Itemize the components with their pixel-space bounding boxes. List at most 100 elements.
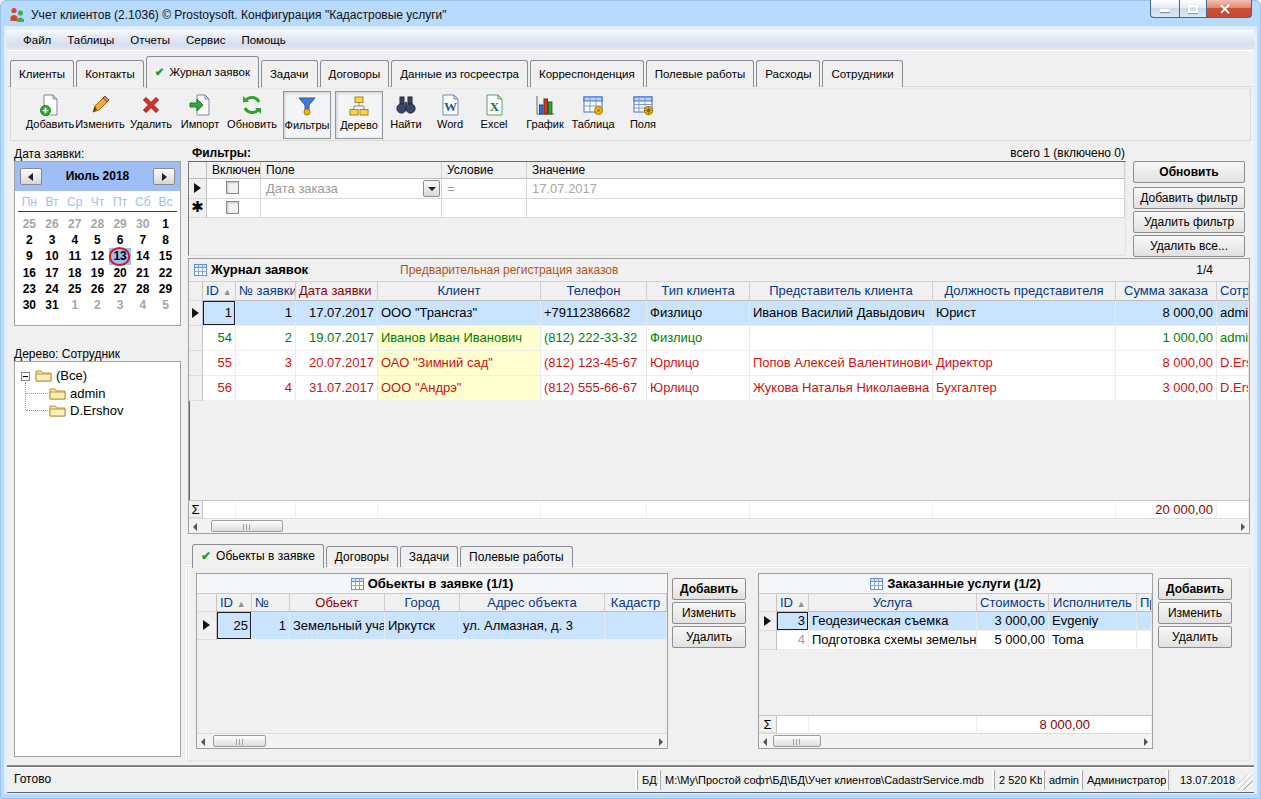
col-pr[interactable]: Пр xyxy=(1137,594,1152,612)
filter-condition-value[interactable]: = xyxy=(447,181,455,196)
scroll-thumb[interactable] xyxy=(213,735,266,747)
resize-grip[interactable] xyxy=(1238,775,1253,790)
tab-journal[interactable]: ✔Журнал заявок xyxy=(146,56,259,88)
journal-row-3[interactable]: 55 3 20.07.2017 ОАО "Зимний сад" (812) 1… xyxy=(189,351,1249,376)
remove-all-filters-button[interactable]: Удалить все... xyxy=(1133,235,1245,257)
objects-delete-button[interactable]: Удалить xyxy=(672,626,746,648)
tab-objects[interactable]: ✔Обьекты в заявке xyxy=(192,544,324,568)
col-executor[interactable]: Исполнитель xyxy=(1049,594,1137,612)
minimize-button[interactable] xyxy=(1150,0,1180,18)
services-hscrollbar[interactable] xyxy=(759,733,1152,748)
filter-new-row[interactable]: ✱ xyxy=(189,199,1125,218)
scroll-thumb[interactable] xyxy=(773,735,821,747)
filter-row[interactable]: Дата заказа = 17.07.2017 xyxy=(189,179,1125,199)
col-client[interactable]: Клиент xyxy=(378,282,541,301)
filters-toggle-button[interactable]: Фильтры xyxy=(283,91,331,139)
col-cost[interactable]: Стоимость xyxy=(977,594,1049,612)
objects-hscrollbar[interactable] xyxy=(197,733,667,748)
services-add-button[interactable]: Добавить xyxy=(1158,578,1232,600)
tree-item-admin[interactable]: admin xyxy=(70,385,105,402)
calendar-prev-button[interactable] xyxy=(20,168,42,185)
scroll-right-icon[interactable] xyxy=(1241,523,1245,531)
close-button[interactable] xyxy=(1206,0,1252,18)
objects-edit-button[interactable]: Изменить xyxy=(672,602,746,624)
delete-button[interactable]: Удалить xyxy=(127,91,175,139)
calendar-next-button[interactable] xyxy=(153,168,175,185)
tab-gosreestr[interactable]: Данные из госреестра xyxy=(391,60,528,87)
services-row-2[interactable]: 4 Подготовка схемы земельного участка 5 … xyxy=(759,631,1152,650)
tab-bottom-contracts[interactable]: Договоры xyxy=(326,546,398,567)
col-object[interactable]: Обьект xyxy=(290,594,385,612)
tab-bottom-fieldwork[interactable]: Полевые работы xyxy=(460,546,572,567)
tab-fieldwork[interactable]: Полевые работы xyxy=(646,60,755,87)
filter-new-checkbox[interactable] xyxy=(226,201,239,214)
journal-hscrollbar[interactable] xyxy=(189,518,1249,533)
edit-button[interactable]: Изменить xyxy=(75,91,125,139)
tree-item-all[interactable]: (Все) xyxy=(56,367,87,384)
tree-item-dershov[interactable]: D.Ershov xyxy=(70,402,123,419)
services-row-1[interactable]: 3 Геодезическая съемка 3 000,00 Evgeniy xyxy=(759,612,1152,631)
refresh-filters-button[interactable]: Обновить xyxy=(1133,161,1245,183)
tab-bottom-tasks[interactable]: Задачи xyxy=(400,546,458,567)
col-num[interactable]: № xyxy=(252,594,290,612)
journal-row-4[interactable]: 56 4 31.07.2017 ООО "Андрэ" (812) 555-66… xyxy=(189,376,1249,401)
col-ordersum[interactable]: Сумма заказа xyxy=(1116,282,1217,301)
col-num[interactable]: № заявки xyxy=(236,282,296,301)
maximize-button[interactable] xyxy=(1179,0,1207,18)
col-employee[interactable]: Сотрудник xyxy=(1217,282,1249,301)
scroll-thumb[interactable] xyxy=(211,520,283,532)
tree-collapse-icon[interactable] xyxy=(21,372,30,381)
excel-export-button[interactable]: X Excel xyxy=(472,91,516,139)
scroll-left-icon[interactable] xyxy=(201,738,205,746)
journal-row-1[interactable]: 1 1 17.07.2017 ООО "Трансгаз" +791123866… xyxy=(189,301,1249,326)
col-position[interactable]: Должность представителя xyxy=(933,282,1116,301)
col-id[interactable]: ID ▲ xyxy=(203,282,236,301)
col-representative[interactable]: Представитель клиента xyxy=(750,282,933,301)
calendar-grid[interactable]: 2526272829301 2345678 9101112131415 1617… xyxy=(18,212,177,313)
tab-employees[interactable]: Сотрудники xyxy=(822,60,902,87)
import-button[interactable]: Импорт xyxy=(175,91,225,139)
col-phone[interactable]: Телефон xyxy=(541,282,647,301)
tab-correspondence[interactable]: Корреспонденция xyxy=(530,60,644,87)
menu-service[interactable]: Сервис xyxy=(178,30,233,51)
filter-enabled-checkbox[interactable] xyxy=(226,181,239,194)
col-clienttype[interactable]: Тип клиента xyxy=(647,282,750,301)
scroll-left-icon[interactable] xyxy=(763,738,767,746)
scroll-right-icon[interactable] xyxy=(659,738,663,746)
menu-help[interactable]: Помощь xyxy=(233,30,293,51)
word-export-button[interactable]: W Word xyxy=(428,91,472,139)
journal-row-2[interactable]: 54 2 19.07.2017 Иванов Иван Иванович (81… xyxy=(189,326,1249,351)
services-delete-button[interactable]: Удалить xyxy=(1158,626,1232,648)
filter-value[interactable]: 17.07.2017 xyxy=(532,181,597,196)
tab-clients[interactable]: Клиенты xyxy=(10,60,74,87)
refresh-button[interactable]: Обновить xyxy=(227,91,277,139)
col-address[interactable]: Адрес объекта xyxy=(460,594,605,612)
table-button[interactable]: Таблица xyxy=(569,91,617,139)
col-date[interactable]: Дата заявки xyxy=(296,282,378,301)
fields-button[interactable]: Поля xyxy=(621,91,665,139)
tab-expenses[interactable]: Расходы xyxy=(756,60,820,87)
tree-toggle-button[interactable]: Дерево xyxy=(335,91,383,139)
col-id[interactable]: ID ▲ xyxy=(217,594,252,612)
scroll-left-icon[interactable] xyxy=(193,523,197,531)
col-id[interactable]: ID ▲ xyxy=(777,594,809,612)
tab-contracts[interactable]: Договоры xyxy=(320,60,390,87)
filter-field-dropdown[interactable] xyxy=(423,180,440,197)
col-city[interactable]: Город xyxy=(385,594,460,612)
objects-add-button[interactable]: Добавить xyxy=(672,578,746,600)
add-filter-button[interactable]: Добавить фильтр xyxy=(1133,187,1245,209)
menu-reports[interactable]: Отчеты xyxy=(122,30,178,51)
services-edit-button[interactable]: Изменить xyxy=(1158,602,1232,624)
filter-field-value[interactable]: Дата заказа xyxy=(266,181,338,196)
remove-filter-button[interactable]: Удалить фильтр xyxy=(1133,211,1245,233)
scroll-right-icon[interactable] xyxy=(1144,738,1148,746)
col-service[interactable]: Услуга xyxy=(809,594,977,612)
col-cadastre[interactable]: Кадастр xyxy=(605,594,667,612)
find-button[interactable]: Найти xyxy=(384,91,428,139)
chart-button[interactable]: График xyxy=(521,91,569,139)
tab-contacts[interactable]: Контакты xyxy=(76,60,144,87)
menu-tables[interactable]: Таблицы xyxy=(59,30,122,51)
tab-tasks[interactable]: Задачи xyxy=(261,60,318,87)
objects-row-1[interactable]: 25 1 Земельный участок Иркутск ул. Алмаз… xyxy=(197,612,667,640)
menu-file[interactable]: Файл xyxy=(15,30,59,51)
